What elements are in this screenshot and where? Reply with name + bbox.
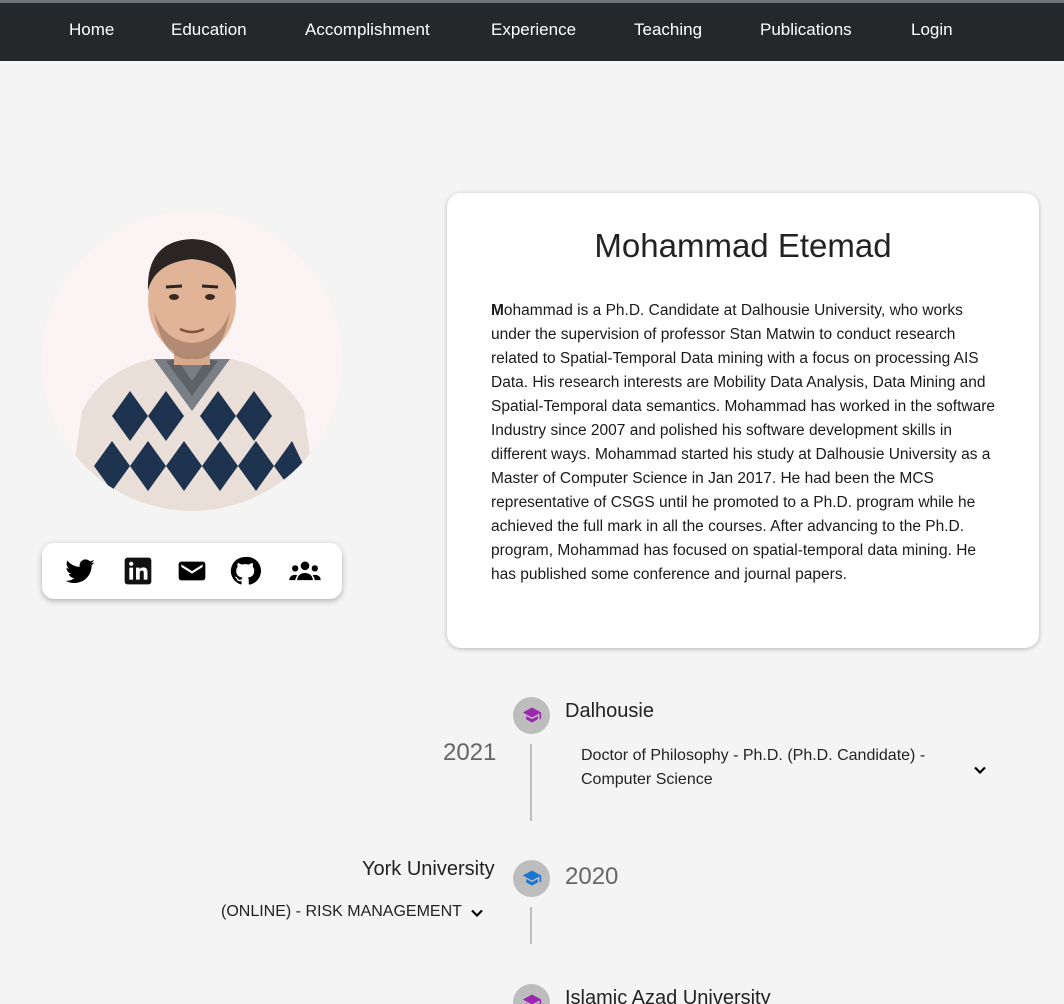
- email-icon[interactable]: [176, 555, 208, 587]
- timeline-dot: [513, 984, 550, 1004]
- bio-text: ohammad is a Ph.D. Candidate at Dalhousi…: [491, 302, 995, 583]
- nav-home[interactable]: Home: [69, 20, 114, 40]
- top-navbar: Home Education Accomplishment Experience…: [0, 0, 1064, 61]
- social-links: [42, 543, 342, 599]
- nav-education[interactable]: Education: [171, 20, 247, 40]
- nav-accomplishment[interactable]: Accomplishment: [305, 20, 430, 40]
- timeline-degree: Doctor of Philosophy - Ph.D. (Ph.D. Cand…: [581, 747, 926, 788]
- bio-card: Mohammad Etemad Mohammad is a Ph.D. Cand…: [447, 193, 1039, 648]
- nav-login[interactable]: Login: [911, 20, 953, 40]
- nav-publications[interactable]: Publications: [760, 20, 852, 40]
- group-icon[interactable]: [288, 555, 321, 587]
- timeline-connector: [530, 907, 532, 944]
- profile-photo: [42, 211, 342, 511]
- timeline-degree: (ONLINE) - RISK MANAGEMENT: [221, 903, 462, 920]
- github-icon[interactable]: [229, 555, 261, 587]
- timeline-year: 2021: [443, 739, 497, 766]
- timeline-school: Islamic Azad University: [565, 987, 771, 1004]
- timeline-school: York University: [362, 858, 495, 880]
- nav-experience[interactable]: Experience: [491, 20, 576, 40]
- graduation-cap-icon: [522, 870, 541, 886]
- graduation-cap-icon: [522, 707, 541, 723]
- profile-name: Mohammad Etemad: [594, 227, 892, 264]
- chevron-down-icon[interactable]: [970, 760, 990, 780]
- chevron-down-icon[interactable]: [467, 903, 487, 923]
- twitter-icon[interactable]: [64, 555, 96, 587]
- bio-first-letter: M: [491, 302, 504, 319]
- bio-paragraph: Mohammad is a Ph.D. Candidate at Dalhous…: [491, 299, 999, 587]
- nav-teaching[interactable]: Teaching: [634, 20, 702, 40]
- graduation-cap-icon: [522, 994, 541, 1004]
- timeline-connector: [530, 744, 532, 821]
- timeline-school: Dalhousie: [565, 700, 654, 722]
- timeline-dot: [513, 697, 550, 734]
- timeline-dot: [513, 860, 550, 897]
- linkedin-icon[interactable]: [122, 555, 154, 587]
- timeline-year: 2020: [565, 863, 619, 890]
